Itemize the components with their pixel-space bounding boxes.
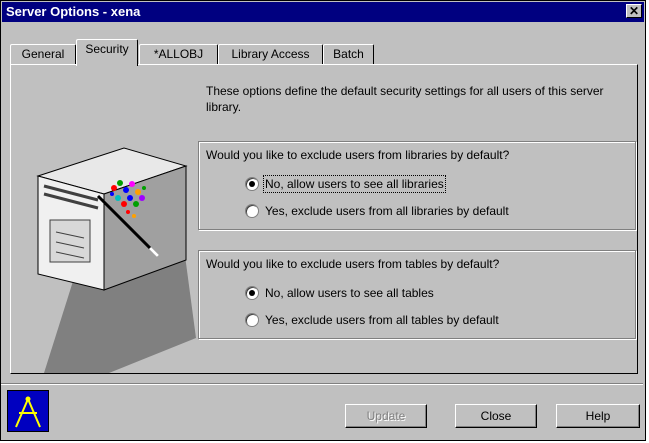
radio-dot[interactable] — [245, 286, 259, 300]
help-button[interactable]: Help — [556, 404, 640, 428]
close-window-button[interactable]: ✕ — [626, 4, 642, 18]
radio-label[interactable]: No, allow users to see all libraries — [263, 175, 446, 193]
title-bar[interactable]: Server Options - xena ✕ — [2, 2, 644, 22]
tab-library-access[interactable]: Library Access — [218, 44, 323, 64]
radio-dot[interactable] — [245, 177, 259, 191]
tab-security[interactable]: Security — [76, 39, 138, 66]
app-logo-icon — [7, 390, 49, 432]
security-description: These options define the default securit… — [206, 84, 604, 114]
radio-label[interactable]: Yes, exclude users from all libraries by… — [265, 204, 509, 218]
tables-question: Would you like to exclude users from tab… — [206, 257, 500, 271]
radio-dot[interactable] — [245, 313, 259, 327]
server-illustration — [36, 147, 196, 373]
radio-label[interactable]: Yes, exclude users from all tables by de… — [265, 313, 499, 327]
update-button[interactable]: Update — [345, 404, 427, 428]
close-button[interactable]: Close — [455, 404, 537, 428]
tables-group: Would you like to exclude users from tab… — [198, 250, 636, 339]
window-title: Server Options - xena — [6, 4, 141, 19]
tab-batch[interactable]: Batch — [323, 44, 374, 64]
footer-separator — [1, 383, 643, 385]
tab-allobj[interactable]: *ALLOBJ — [139, 44, 218, 64]
tab-general[interactable]: General — [10, 44, 76, 64]
libraries-group: Would you like to exclude users from lib… — [198, 141, 636, 230]
radio-label[interactable]: No, allow users to see all tables — [265, 286, 434, 300]
libraries-question: Would you like to exclude users from lib… — [206, 148, 510, 162]
radio-dot[interactable] — [245, 204, 259, 218]
